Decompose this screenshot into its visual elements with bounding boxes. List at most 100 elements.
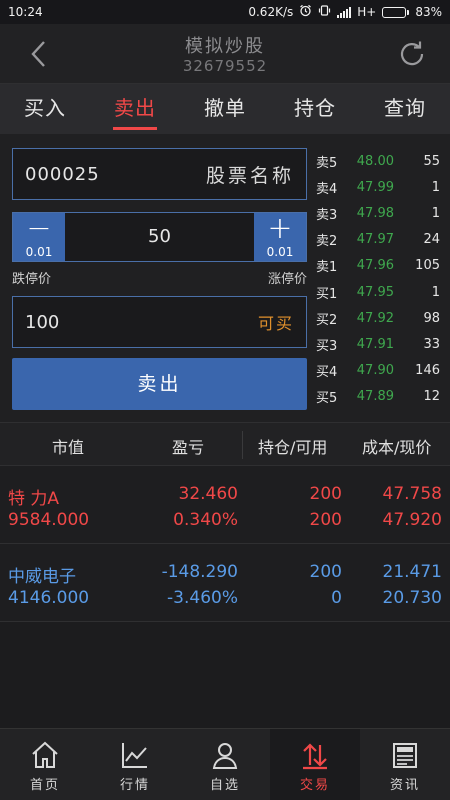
network-speed: 0.62K/s <box>248 5 294 19</box>
ask-row[interactable]: 卖5 48.00 55 <box>316 148 440 174</box>
tab-cancel-order[interactable]: 撤单 <box>180 84 270 134</box>
decrement-step: 0.01 <box>25 245 53 259</box>
cost-price: 47.758 <box>382 484 442 504</box>
nav-watchlist[interactable]: 自选 <box>180 729 270 800</box>
bid-price: 47.95 <box>356 284 394 300</box>
stock-name: 中威电子 <box>8 567 76 587</box>
increment-step: 0.01 <box>266 245 294 259</box>
nav-news[interactable]: 资讯 <box>360 729 450 800</box>
ask-price: 47.98 <box>356 205 394 221</box>
ask-row[interactable]: 卖1 47.96 105 <box>316 253 440 279</box>
sell-button[interactable]: 卖出 <box>12 358 307 410</box>
refresh-button[interactable] <box>394 36 430 72</box>
bid-row[interactable]: 买4 47.90 146 <box>316 358 440 384</box>
order-book: 卖5 48.00 55 卖4 47.99 1 卖3 47.98 1 卖2 47.97 24 卖1… <box>316 148 440 410</box>
increment-button[interactable]: + 0.01 <box>254 213 306 261</box>
bid-price: 47.90 <box>356 363 394 379</box>
refresh-icon <box>400 41 424 66</box>
nav-trade[interactable]: 交易 <box>270 729 360 800</box>
bid-price: 47.89 <box>356 389 394 405</box>
nav-market[interactable]: 行情 <box>90 729 180 800</box>
ask-price: 48.00 <box>356 153 394 169</box>
ask-label: 卖2 <box>316 234 338 250</box>
position-row[interactable]: 特 力A 9584.000 32.460 0.340% 200 200 47.7… <box>0 466 450 544</box>
signal-icon <box>337 6 352 18</box>
nav-watchlist-label: 自选 <box>209 778 240 793</box>
person-icon <box>212 743 238 769</box>
battery-icon <box>382 6 410 18</box>
trade-tabs: 买入 卖出 撤单 持仓 查询 <box>0 84 450 134</box>
network-type: H+ <box>357 5 377 19</box>
bid-label: 买1 <box>316 286 338 302</box>
ask-volume: 1 <box>431 205 440 221</box>
nav-home[interactable]: 首页 <box>0 729 90 800</box>
available-qty: 200 <box>309 510 342 530</box>
current-price: 47.920 <box>382 510 442 530</box>
ask-label: 卖5 <box>316 155 338 171</box>
stock-code-input[interactable]: 000025 股票名称 <box>12 148 307 200</box>
col-pnl: 盈亏 <box>172 438 205 457</box>
bid-price: 47.91 <box>356 336 394 352</box>
bid-label: 买4 <box>316 365 338 381</box>
price-hint: 可买 <box>257 314 294 333</box>
stock-name: 特 力A <box>8 489 60 509</box>
ask-label: 卖3 <box>316 207 338 223</box>
ask-row[interactable]: 卖3 47.98 1 <box>316 200 440 226</box>
quantity-input[interactable]: 50 <box>65 213 254 261</box>
tab-holdings[interactable]: 持仓 <box>270 84 360 134</box>
bid-row[interactable]: 买2 47.92 98 <box>316 305 440 331</box>
quantity-stepper: − 0.01 50 + 0.01 <box>12 212 307 262</box>
tab-sell[interactable]: 卖出 <box>90 84 180 134</box>
bid-volume: 1 <box>431 284 440 300</box>
trade-icon <box>303 743 327 770</box>
ask-volume: 105 <box>415 258 440 274</box>
empty-area <box>0 624 450 728</box>
bid-row[interactable]: 买3 47.91 33 <box>316 331 440 357</box>
battery-percent: 83% <box>415 5 442 19</box>
ask-row[interactable]: 卖4 47.99 1 <box>316 174 440 200</box>
ask-price: 47.99 <box>356 179 394 195</box>
stock-name-label: 股票名称 <box>205 164 294 187</box>
account-number: 32679552 <box>182 57 268 75</box>
bid-volume: 12 <box>423 389 440 405</box>
pnl-percent: -3.460% <box>167 588 238 608</box>
limit-price-row: 跌停价 涨停价 <box>12 268 307 287</box>
pnl-amount: 32.460 <box>178 484 238 504</box>
ask-volume: 55 <box>423 153 440 169</box>
vibrate-icon <box>318 4 331 20</box>
position-row[interactable]: 中威电子 4146.000 -148.290 -3.460% 200 0 21.… <box>0 544 450 622</box>
status-bar: 10:24 0.62K/s H+ 83% <box>0 0 450 24</box>
bid-row[interactable]: 买1 47.95 1 <box>316 279 440 305</box>
ask-volume: 24 <box>423 232 440 248</box>
stock-code-value: 000025 <box>25 163 100 185</box>
bottom-nav: 首页 行情 自选 交易 资讯 <box>0 728 450 800</box>
decrement-button[interactable]: − 0.01 <box>13 213 65 261</box>
price-input[interactable]: 100 可买 <box>12 296 307 348</box>
ask-label: 卖4 <box>316 181 338 197</box>
nav-market-label: 行情 <box>119 778 150 793</box>
tab-query[interactable]: 查询 <box>360 84 450 134</box>
market-value: 9584.000 <box>8 510 90 530</box>
market-value: 4146.000 <box>8 588 90 608</box>
limit-up-label: 涨停价 <box>267 272 307 287</box>
page-title: 模拟炒股 <box>185 36 265 57</box>
bid-volume: 33 <box>423 336 440 352</box>
bid-price: 47.92 <box>356 310 394 326</box>
holding-qty: 200 <box>309 562 342 582</box>
status-time: 10:24 <box>8 5 43 19</box>
plus-icon: + <box>267 211 293 246</box>
status-indicators: 0.62K/s H+ 83% <box>248 4 442 20</box>
current-price: 20.730 <box>382 588 442 608</box>
bid-volume: 146 <box>415 363 440 379</box>
ask-row[interactable]: 卖2 47.97 24 <box>316 227 440 253</box>
bid-row[interactable]: 买5 47.89 12 <box>316 384 440 410</box>
tab-buy[interactable]: 买入 <box>0 84 90 134</box>
available-qty: 0 <box>331 588 342 608</box>
ask-price: 47.96 <box>356 258 394 274</box>
pnl-percent: 0.340% <box>173 510 238 530</box>
bid-label: 买3 <box>316 338 338 354</box>
pnl-amount: -148.290 <box>161 562 238 582</box>
price-value: 100 <box>25 311 60 333</box>
col-market-value: 市值 <box>52 438 85 457</box>
bid-label: 买5 <box>316 391 338 407</box>
